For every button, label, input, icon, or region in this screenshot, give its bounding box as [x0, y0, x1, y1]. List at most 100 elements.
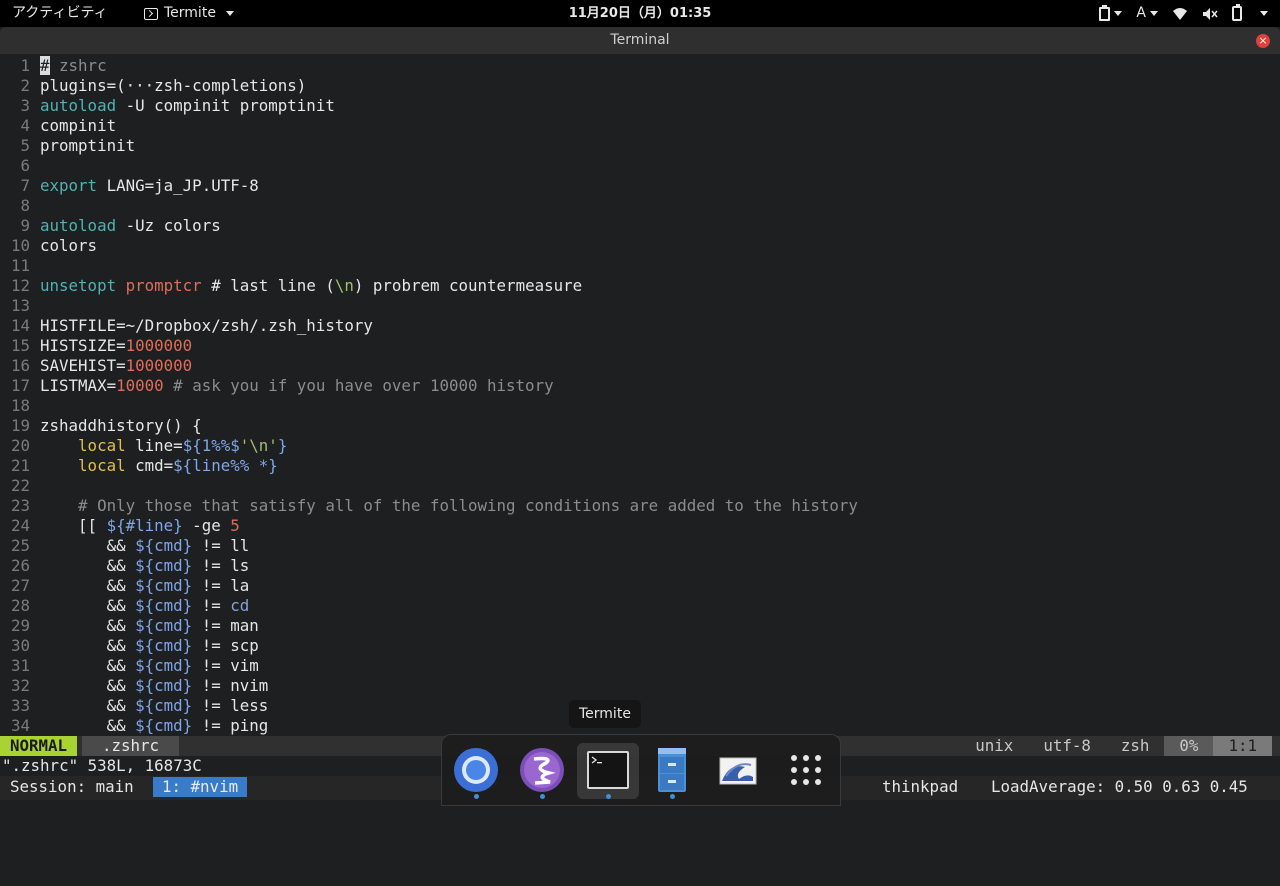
- dock-item-chrome[interactable]: [447, 743, 505, 799]
- code-token: colors: [40, 236, 98, 255]
- code-token: # ask you if you have over 10000 history: [163, 376, 554, 395]
- code-line[interactable]: 12 unsetopt promptcr # last line (\n) pro…: [0, 276, 582, 296]
- code-line[interactable]: 8: [0, 196, 40, 216]
- code-token: &&: [40, 616, 136, 635]
- line-text: && ${cmd} != ping: [40, 716, 269, 736]
- line-number: 11: [10, 256, 30, 275]
- code-token: promptinit: [40, 136, 136, 155]
- line-text: compinit: [40, 116, 116, 136]
- file-encoding: utf-8: [1043, 736, 1091, 755]
- code-line[interactable]: 32 && ${cmd} != nvim: [0, 676, 268, 696]
- tmux-session: Session: main: [10, 777, 134, 796]
- code-line[interactable]: 15 HISTSIZE=1000000: [0, 336, 192, 356]
- code-token: -ge: [182, 516, 231, 535]
- code-line[interactable]: 22: [0, 476, 40, 496]
- tmux-load-average: LoadAverage: 0.50 0.63 0.45: [991, 777, 1248, 796]
- code-line[interactable]: 19 zshaddhistory() {: [0, 416, 202, 436]
- code-line[interactable]: 18: [0, 396, 40, 416]
- code-line[interactable]: 27 && ${cmd} != la: [0, 576, 249, 596]
- code-line[interactable]: 33 && ${cmd} != less: [0, 696, 268, 716]
- code-line[interactable]: 7 export LANG=ja_JP.UTF-8: [0, 176, 258, 196]
- line-text: # Only those that satisfy all of the fol…: [40, 496, 858, 516]
- line-number: 8: [20, 196, 30, 215]
- code-token: ${cmd}: [135, 556, 193, 575]
- code-token: 1000000: [125, 356, 193, 375]
- line-text: && ${cmd} != less: [40, 696, 269, 716]
- code-token: != man: [192, 616, 259, 635]
- line-number: 32: [10, 676, 30, 695]
- code-line[interactable]: 29 && ${cmd} != man: [0, 616, 259, 636]
- code-line[interactable]: 2 plugins=(···zsh-completions): [0, 76, 306, 96]
- code-line[interactable]: 13: [0, 296, 40, 316]
- code-token: 10000: [116, 376, 164, 395]
- code-token: ${cmd}: [135, 636, 193, 655]
- line-number: 21: [10, 456, 30, 475]
- code-line[interactable]: 6: [0, 156, 40, 176]
- clipboard-menu[interactable]: [1099, 4, 1123, 21]
- code-line[interactable]: 17 LISTMAX=10000 # ask you if you have ov…: [0, 376, 554, 396]
- line-number: 16: [10, 356, 30, 375]
- code-token: LISTMAX=: [40, 376, 117, 395]
- clock[interactable]: 11月20日（月）01:35: [0, 0, 1280, 27]
- line-number: 26: [10, 556, 30, 575]
- line-text: && ${cmd} != la: [40, 576, 250, 596]
- code-line[interactable]: 26 && ${cmd} != ls: [0, 556, 249, 576]
- code-line[interactable]: 34 && ${cmd} != ping: [0, 716, 268, 736]
- dock-item-emacs[interactable]: [513, 743, 571, 799]
- code-line[interactable]: 5 promptinit: [0, 136, 135, 156]
- input-method-menu[interactable]: A: [1136, 0, 1158, 27]
- tmux-window-tab[interactable]: 1: #nvim: [153, 777, 248, 797]
- line-number: 31: [10, 656, 30, 675]
- running-indicator: [540, 794, 545, 799]
- code-line[interactable]: 30 && ${cmd} != scp: [0, 636, 259, 656]
- code-token: &&: [40, 636, 136, 655]
- line-number: 9: [20, 216, 30, 235]
- code-line[interactable]: 16 SAVEHIST=1000000: [0, 356, 192, 376]
- code-token: zshrc: [49, 56, 107, 75]
- line-text: && ${cmd} != ls: [40, 556, 250, 576]
- code-line[interactable]: 23 # Only those that satisfy all of the …: [0, 496, 858, 516]
- text-cursor: #: [40, 56, 50, 75]
- code-token: HISTFILE=~/Dropbox/zsh/.zsh_history: [40, 316, 373, 335]
- code-line[interactable]: 24 [[ ${#line} -ge 5: [0, 516, 240, 536]
- nvim-editor[interactable]: 1 # zshrc 2 plugins=(···zsh-completions) 3 au…: [0, 56, 1280, 736]
- dock-item-image-viewer[interactable]: [709, 743, 767, 799]
- code-token: &&: [40, 596, 136, 615]
- window-titlebar[interactable]: Terminal ×: [0, 27, 1280, 54]
- dock-item-terminal[interactable]: [577, 743, 639, 799]
- code-line[interactable]: 4 compinit: [0, 116, 116, 136]
- show-applications-button[interactable]: [777, 743, 835, 799]
- code-line[interactable]: 25 && ${cmd} != ll: [0, 536, 249, 556]
- code-line[interactable]: 14 HISTFILE=~/Dropbox/zsh/.zsh_history: [0, 316, 373, 336]
- code-line[interactable]: 31 && ${cmd} != vim: [0, 656, 259, 676]
- file-format: unix: [975, 736, 1014, 755]
- line-number: 33: [10, 696, 30, 715]
- system-tray[interactable]: A: [1099, 0, 1268, 27]
- code-line[interactable]: 1 # zshrc: [0, 56, 107, 76]
- code-token: autoload: [40, 96, 117, 115]
- code-token: &&: [40, 676, 136, 695]
- input-method-label: A: [1136, 5, 1146, 21]
- line-number: 23: [10, 496, 30, 515]
- code-token: HISTSIZE=: [40, 336, 126, 355]
- code-line[interactable]: 11: [0, 256, 40, 276]
- close-button[interactable]: ×: [1256, 34, 1270, 48]
- code-token: line=: [125, 436, 183, 455]
- line-text: SAVEHIST=1000000: [40, 356, 192, 376]
- code-line[interactable]: 9 autoload -Uz colors: [0, 216, 220, 236]
- line-number: 13: [10, 296, 30, 315]
- volume-muted-icon: [1203, 7, 1218, 20]
- line-text: [[ ${#line} -ge 5: [40, 516, 240, 536]
- code-line[interactable]: 20 local line=${1%%$'\n'}: [0, 436, 287, 456]
- line-number: 28: [10, 596, 30, 615]
- code-line[interactable]: 3 autoload -U compinit promptinit: [0, 96, 334, 116]
- code-token: &&: [40, 656, 136, 675]
- dock-item-files[interactable]: [643, 743, 701, 799]
- code-line[interactable]: 21 local cmd=${line%% *}: [0, 456, 278, 476]
- code-line[interactable]: 28 && ${cmd} != cd: [0, 596, 249, 616]
- code-token: ${cmd}: [135, 596, 193, 615]
- code-line[interactable]: 10 colors: [0, 236, 97, 256]
- line-number: 2: [20, 76, 30, 95]
